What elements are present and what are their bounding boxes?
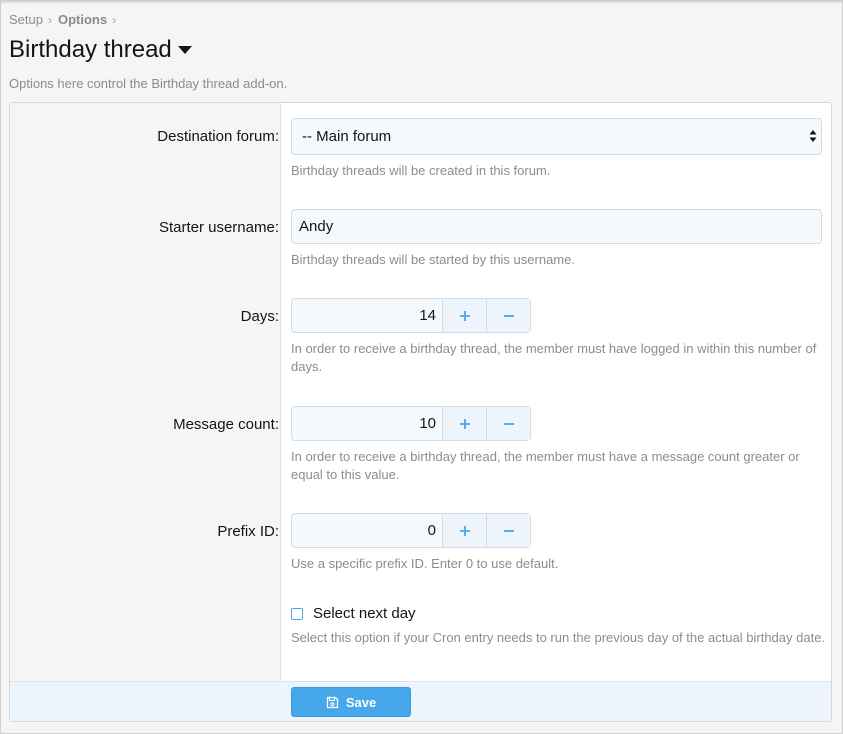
save-icon xyxy=(326,696,339,709)
options-form: Destination forum: -- Main forum Birthda… xyxy=(9,102,832,722)
prefix-id-label: Prefix ID: xyxy=(217,523,279,540)
chevron-right-icon: › xyxy=(47,12,52,27)
breadcrumb-options[interactable]: Options xyxy=(58,12,107,27)
plus-icon xyxy=(459,310,470,321)
select-arrows-icon xyxy=(809,130,817,142)
prefix-id-decrement-button[interactable] xyxy=(486,514,530,547)
breadcrumb-setup[interactable]: Setup xyxy=(9,12,43,27)
starter-username-input[interactable]: Andy xyxy=(291,209,822,244)
starter-username-value: Andy xyxy=(299,218,334,235)
message-count-stepper: 10 xyxy=(291,406,531,441)
breadcrumb: Setup › Options › xyxy=(9,12,122,27)
prefix-id-stepper: 0 xyxy=(291,513,531,548)
starter-username-label: Starter username: xyxy=(158,219,279,236)
select-next-day-option[interactable]: Select next day xyxy=(291,605,416,622)
select-next-day-checkbox[interactable] xyxy=(291,607,303,620)
message-count-increment-button[interactable] xyxy=(442,407,486,440)
destination-forum-value: -- Main forum xyxy=(302,128,392,145)
page-description: Options here control the Birthday thread… xyxy=(9,76,288,91)
label-column xyxy=(10,103,281,681)
form-footer: Save xyxy=(10,681,831,721)
days-hint: In order to receive a birthday thread, t… xyxy=(291,341,817,374)
caret-down-icon[interactable] xyxy=(177,46,192,54)
top-shadow xyxy=(0,0,843,4)
page-title-container: Birthday thread xyxy=(9,36,192,64)
destination-forum-hint: Birthday threads will be created in this… xyxy=(291,163,551,178)
days-increment-button[interactable] xyxy=(442,299,486,332)
destination-forum-select[interactable]: -- Main forum xyxy=(291,118,822,155)
days-input[interactable]: 14 xyxy=(292,299,442,332)
chevron-right-icon: › xyxy=(112,12,117,27)
minus-icon xyxy=(503,422,514,425)
save-label: Save xyxy=(345,694,377,710)
plus-icon xyxy=(459,525,470,536)
days-label: Days: xyxy=(240,308,279,325)
days-decrement-button[interactable] xyxy=(486,299,530,332)
minus-icon xyxy=(503,529,514,532)
prefix-id-increment-button[interactable] xyxy=(442,514,486,547)
days-stepper: 14 xyxy=(291,298,531,333)
minus-icon xyxy=(503,314,514,317)
prefix-id-hint: Use a specific prefix ID. Enter 0 to use… xyxy=(291,556,559,571)
select-next-day-hint: Select this option if your Cron entry ne… xyxy=(291,630,826,645)
prefix-id-input[interactable]: 0 xyxy=(292,514,442,547)
plus-icon xyxy=(459,418,470,429)
message-count-decrement-button[interactable] xyxy=(486,407,530,440)
starter-username-hint: Birthday threads will be started by this… xyxy=(291,252,575,267)
save-button[interactable]: Save xyxy=(291,687,411,717)
page-title: Birthday thread xyxy=(9,36,172,63)
destination-forum-label: Destination forum: xyxy=(157,128,279,145)
select-next-day-label: Select next day xyxy=(313,605,416,622)
message-count-label: Message count: xyxy=(173,416,279,433)
message-count-input[interactable]: 10 xyxy=(292,407,442,440)
message-count-hint: In order to receive a birthday thread, t… xyxy=(291,449,800,482)
